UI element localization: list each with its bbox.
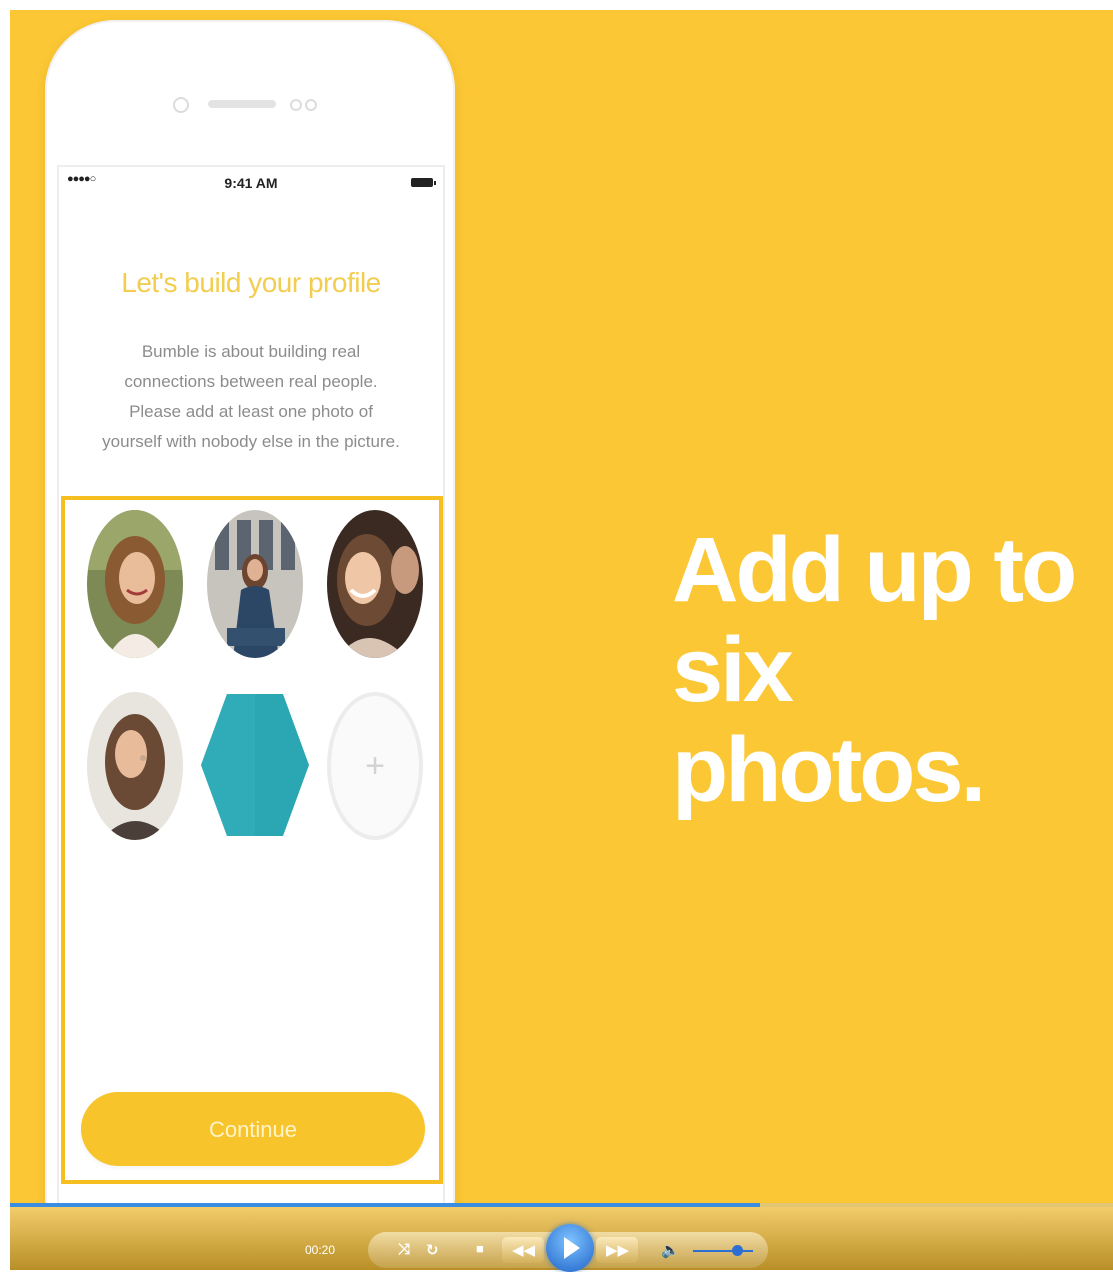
status-bar: ●●●●○ 9:41 AM [59, 173, 443, 193]
elapsed-time: 00:20 [305, 1243, 336, 1257]
fast-forward-button[interactable]: ▶▶ [596, 1237, 638, 1263]
headline-line-1: Add up to [672, 519, 1077, 621]
rewind-icon: ◀◀ [512, 1242, 536, 1259]
volume-knob[interactable] [732, 1245, 743, 1256]
media-player-controls: 00:20 ⤨ ↻ ■ ◀◀ ▶▶ 🔈 [10, 1207, 1113, 1272]
status-time: 9:41 AM [224, 175, 278, 191]
volume-icon[interactable]: 🔈 [661, 1241, 680, 1259]
promo-headline: Add up to six photos. [672, 520, 1112, 820]
shuffle-icon[interactable]: ⤨ [398, 1241, 410, 1258]
front-camera-icon [173, 97, 189, 113]
stop-icon[interactable]: ■ [476, 1241, 484, 1256]
control-pill: ⤨ ↻ ■ ◀◀ ▶▶ 🔈 [368, 1224, 768, 1272]
sensor-icon [290, 99, 302, 111]
profile-photo-4[interactable] [87, 692, 183, 840]
profile-description: Bumble is about building real connection… [102, 342, 400, 451]
headline-line-2: six photos. [672, 619, 986, 821]
fast-forward-icon: ▶▶ [606, 1242, 630, 1259]
sensor-icon [305, 99, 317, 111]
play-icon[interactable] [546, 1224, 594, 1272]
photo-hexagon-placeholder[interactable] [199, 690, 311, 840]
add-photo-slot[interactable]: + [327, 692, 423, 840]
repeat-icon[interactable]: ↻ [426, 1241, 439, 1259]
phone-top-bezel [45, 95, 455, 115]
profile-title: Let's build your profile [121, 267, 381, 298]
photo-selection-highlight: + Continue [61, 496, 443, 1184]
earpiece-speaker [208, 100, 276, 108]
battery-icon [411, 178, 436, 187]
volume-slider[interactable] [693, 1250, 753, 1252]
profile-photo-3[interactable] [327, 510, 423, 658]
continue-button[interactable]: Continue [81, 1092, 425, 1166]
video-frame: ●●●●○ 9:41 AM Let's build your profile B… [10, 10, 1113, 1210]
rewind-button[interactable]: ◀◀ [502, 1237, 544, 1263]
profile-photo-2[interactable] [207, 510, 303, 658]
profile-photo-1[interactable] [87, 510, 183, 658]
